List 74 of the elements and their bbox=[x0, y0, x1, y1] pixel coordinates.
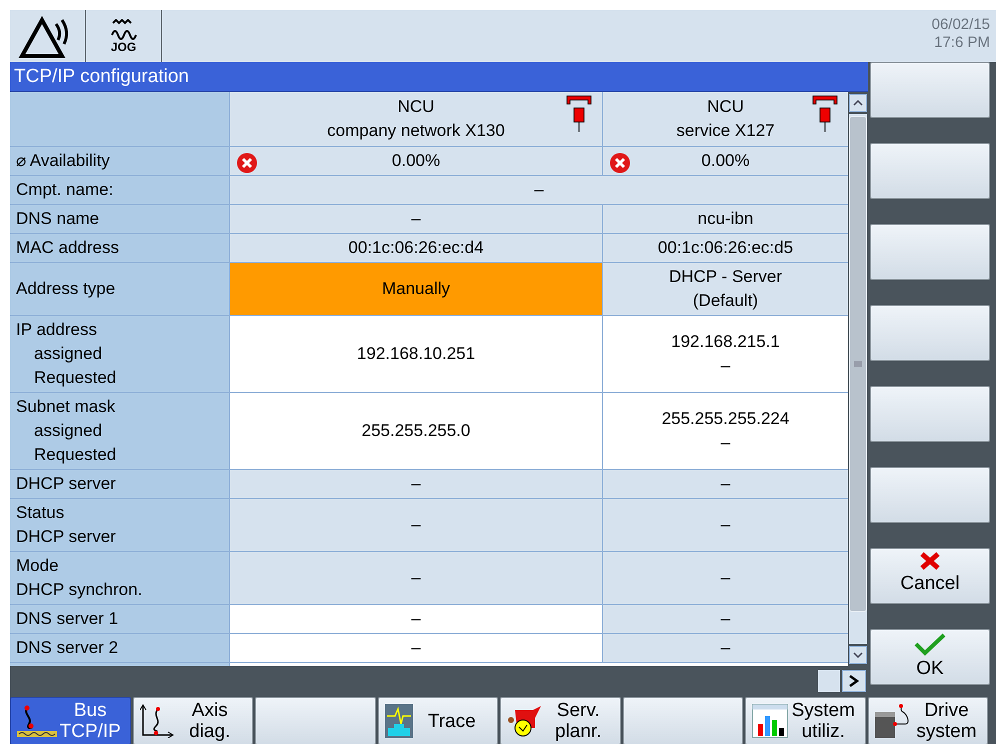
checkmark-icon bbox=[914, 632, 946, 656]
row-label: Mode DHCP synchron. bbox=[10, 552, 229, 604]
softkey-button[interactable]: Trace bbox=[378, 697, 498, 744]
input-field[interactable]: Manually bbox=[230, 263, 602, 315]
row-label: Subnet mask assigned Requested bbox=[10, 393, 229, 469]
value-cell: ncu-ibn bbox=[603, 205, 848, 233]
row-label: DHCP server bbox=[10, 470, 229, 498]
time-text: 17:6 PM bbox=[933, 34, 990, 52]
column-header: NCU service X127 bbox=[603, 92, 848, 146]
row-label: ⌀ Availability bbox=[10, 147, 229, 175]
empty-softkey[interactable] bbox=[870, 143, 990, 199]
bar-chart-icon bbox=[752, 704, 788, 738]
row-label: DNS name bbox=[10, 205, 229, 233]
panel-title: TCP/IP configuration bbox=[10, 62, 868, 92]
row-label: IP address assigned Requested bbox=[10, 316, 229, 392]
cancel-button[interactable]: Cancel bbox=[870, 548, 990, 604]
scroll-down-button[interactable] bbox=[849, 646, 867, 664]
error-icon bbox=[236, 152, 258, 174]
value-cell: – bbox=[230, 205, 602, 233]
vertical-scrollbar[interactable] bbox=[848, 92, 868, 666]
value-cell: DHCP - Server (Default) bbox=[603, 263, 848, 315]
input-field[interactable]: 192.168.215.1 – bbox=[603, 316, 848, 392]
grip-icon bbox=[854, 361, 862, 367]
scroll-right-button[interactable] bbox=[842, 670, 866, 692]
empty-softkey[interactable] bbox=[870, 224, 990, 280]
row-label: Address type bbox=[10, 263, 229, 315]
axis-chart-icon bbox=[140, 704, 174, 738]
softkey-button[interactable]: Axis diag. bbox=[132, 697, 253, 744]
column-header: NCU company network X130 bbox=[230, 92, 602, 146]
value-cell: – bbox=[230, 176, 848, 204]
empty-softkey[interactable] bbox=[870, 386, 990, 442]
oil-can-clock-icon bbox=[507, 704, 543, 738]
row-label: DNS server 2 bbox=[10, 634, 229, 662]
row-label: Cmpt. name: bbox=[10, 176, 229, 204]
value-cell: – bbox=[603, 470, 848, 498]
value-cell: – bbox=[603, 499, 848, 551]
value-cell: 00:1c:06:26:ec:d5 bbox=[603, 234, 848, 262]
error-icon bbox=[609, 152, 631, 174]
row-label: MAC address bbox=[10, 234, 229, 262]
softkey-button[interactable]: System utiliz. bbox=[745, 697, 866, 744]
scrollbar-thumb[interactable] bbox=[849, 116, 867, 612]
stethoscope-icon bbox=[17, 704, 57, 738]
softkey-button[interactable]: Bus TCP/IP bbox=[10, 697, 130, 744]
value-cell: 00:1c:06:26:ec:d4 bbox=[230, 234, 602, 262]
value-cell: – bbox=[230, 499, 602, 551]
close-icon bbox=[919, 551, 941, 571]
value-cell: – bbox=[230, 470, 602, 498]
empty-softkey[interactable] bbox=[622, 697, 743, 744]
row-label: DNS server 1 bbox=[10, 605, 229, 633]
softkey-button[interactable]: Drive system bbox=[868, 697, 988, 744]
row-label: Status DHCP server bbox=[10, 499, 229, 551]
empty-softkey[interactable] bbox=[870, 305, 990, 361]
input-field[interactable]: – bbox=[230, 634, 602, 662]
value-cell: – bbox=[603, 634, 848, 662]
value-cell: 0.00% bbox=[603, 147, 848, 175]
caret-right-icon bbox=[849, 674, 859, 686]
input-field[interactable]: 192.168.10.251 bbox=[230, 316, 602, 392]
caret-up-icon bbox=[853, 100, 863, 106]
value-cell: 0.00% bbox=[230, 147, 602, 175]
empty-softkey[interactable] bbox=[255, 697, 376, 744]
empty-softkey[interactable] bbox=[870, 467, 990, 523]
value-cell: – bbox=[230, 552, 602, 604]
input-field[interactable]: 255.255.255.0 bbox=[230, 393, 602, 469]
value-cell: – bbox=[603, 552, 848, 604]
scrollbar-track bbox=[818, 670, 840, 692]
value-cell: – bbox=[603, 605, 848, 633]
ok-button[interactable]: OK bbox=[870, 629, 990, 685]
input-field[interactable]: 255.255.255.224 – bbox=[603, 393, 848, 469]
scroll-up-button[interactable] bbox=[849, 94, 867, 112]
date-text: 06/02/15 bbox=[932, 16, 990, 34]
input-field[interactable]: – bbox=[230, 605, 602, 633]
caret-down-icon bbox=[853, 652, 863, 658]
softkey-button[interactable]: Serv. planr. bbox=[500, 697, 620, 744]
trace-icon bbox=[384, 704, 412, 738]
